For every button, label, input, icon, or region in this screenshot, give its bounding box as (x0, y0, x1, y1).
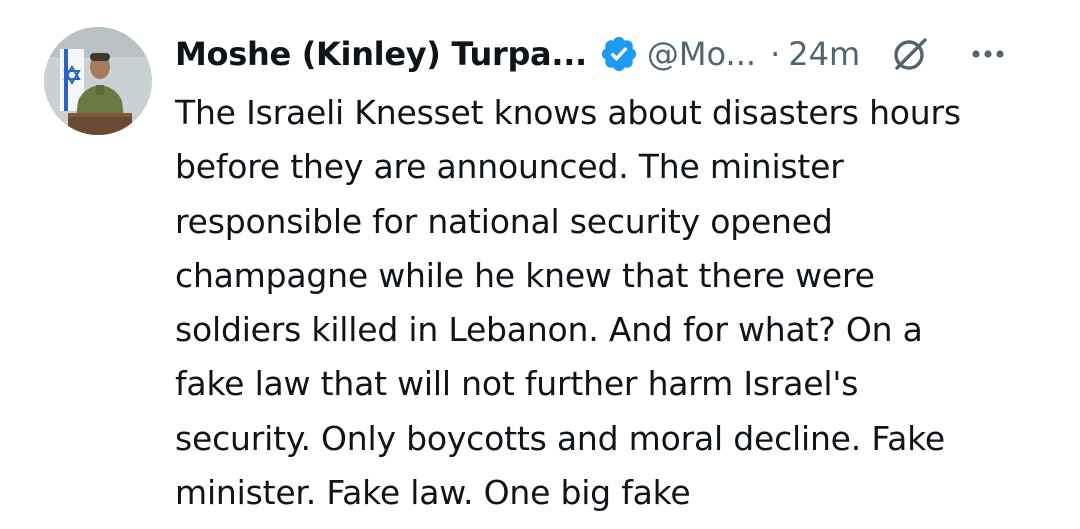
avatar-photo (44, 27, 152, 135)
avatar[interactable] (44, 27, 152, 135)
verified-badge-icon (601, 36, 637, 72)
separator-dot: · (770, 35, 781, 73)
tweet-header: Moshe (Kinley) Turpa... @Mo... · 24m (175, 30, 1055, 78)
tweet-text: The Israeli Knesset knows about disaster… (175, 93, 961, 513)
more-options-icon[interactable] (968, 34, 1008, 74)
timestamp[interactable]: 24m (788, 30, 860, 78)
handle[interactable]: @Mo... (647, 30, 756, 78)
tweet[interactable]: Moshe (Kinley) Turpa... @Mo... · 24m The… (0, 0, 1080, 529)
display-name[interactable]: Moshe (Kinley) Turpa... (175, 30, 587, 78)
grok-icon[interactable] (888, 32, 932, 76)
